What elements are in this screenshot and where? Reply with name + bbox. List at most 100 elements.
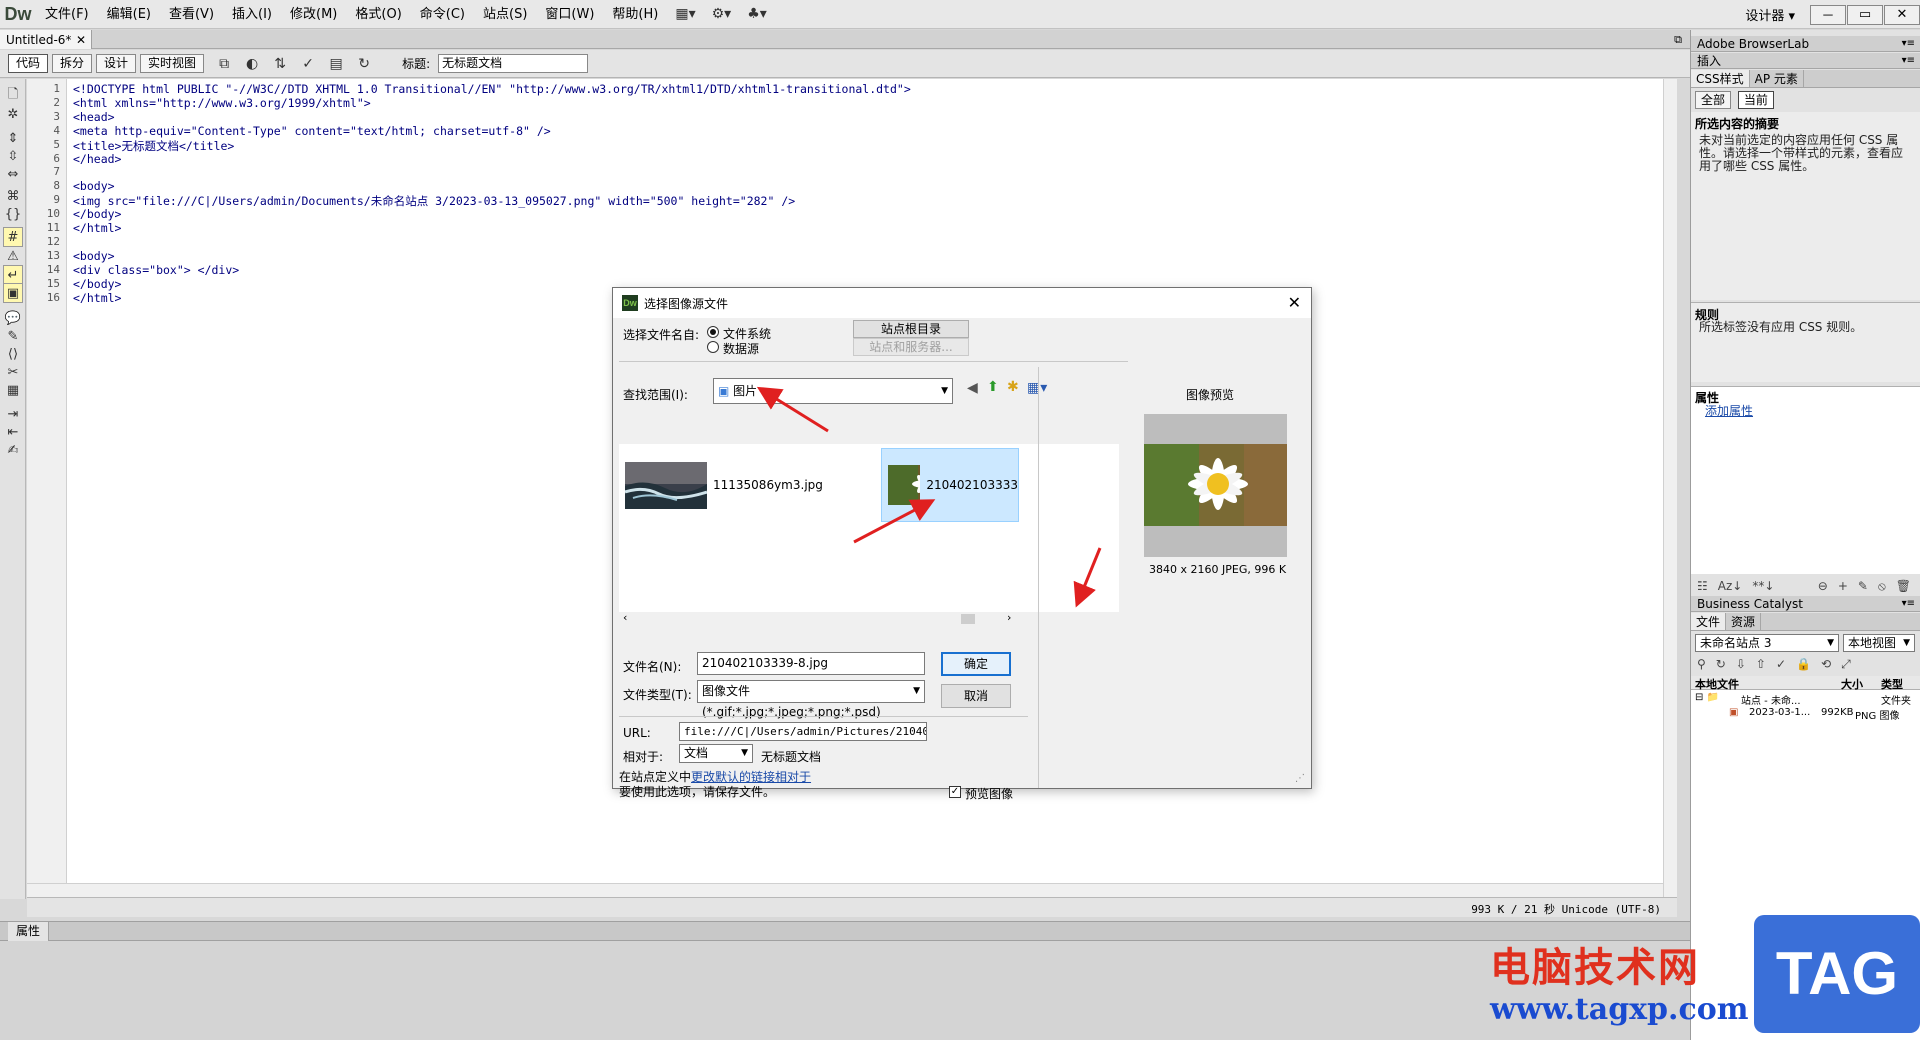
change-default-link[interactable]: 更改默认的链接相对于 bbox=[691, 770, 811, 784]
edit-rule-icon[interactable]: ✎ bbox=[1858, 579, 1868, 593]
panel-options-icon[interactable]: ▾≡ bbox=[1902, 596, 1915, 612]
code-line[interactable]: </html> bbox=[73, 291, 121, 305]
connect-icon[interactable]: ⚲ bbox=[1697, 657, 1706, 671]
show-code-navigator-icon[interactable]: ✲ bbox=[3, 105, 23, 125]
sites-servers-button[interactable]: 站点和服务器... bbox=[853, 338, 969, 356]
indent-code-icon[interactable]: ⇥ bbox=[3, 405, 23, 425]
restore-button[interactable]: ▭ bbox=[1847, 4, 1883, 25]
code-line[interactable]: <meta http-equiv="Content-Type" content=… bbox=[73, 124, 551, 138]
browserlab-panel-header[interactable]: Adobe BrowserLab ▾≡ bbox=[1691, 36, 1920, 52]
workspace-switcher[interactable]: 设计器 ▾ bbox=[1745, 5, 1795, 24]
file-item[interactable]: 11135086ym3.jpg bbox=[619, 460, 869, 510]
up-folder-icon[interactable]: ⬆ bbox=[987, 379, 999, 395]
new-rule-icon[interactable]: + bbox=[1838, 579, 1848, 593]
live-view-button[interactable]: 实时视图 bbox=[140, 54, 205, 73]
remove-comment-icon[interactable]: ✎ bbox=[3, 327, 23, 347]
menu-file[interactable]: 文件(F) bbox=[36, 0, 98, 29]
restore-document-icon[interactable]: ⧉ bbox=[1674, 33, 1682, 47]
apply-comment-icon[interactable]: 💬 bbox=[3, 309, 23, 329]
code-line[interactable]: </body> bbox=[73, 277, 121, 291]
split-view-button[interactable]: 拆分 bbox=[52, 54, 93, 73]
css-current-button[interactable]: 当前 bbox=[1737, 91, 1774, 109]
radio-filesystem[interactable] bbox=[707, 326, 719, 338]
url-input[interactable]: file:///C|/Users/admin/Pictures/21040210… bbox=[679, 722, 927, 741]
show-category-icon[interactable]: ☷ bbox=[1697, 579, 1708, 593]
preview-checkbox[interactable]: ✓ bbox=[949, 786, 961, 798]
menu-help[interactable]: 帮助(H) bbox=[603, 0, 667, 29]
show-set-icon[interactable]: **↓ bbox=[1752, 579, 1774, 593]
code-line[interactable]: <body> bbox=[73, 179, 115, 193]
wrap-tag-icon[interactable]: ⟨⟩ bbox=[3, 345, 23, 365]
menu-view[interactable]: 查看(V) bbox=[160, 0, 223, 29]
view-select[interactable]: 本地视图 ▼ bbox=[1843, 634, 1915, 652]
scroll-left-icon[interactable]: ‹ bbox=[623, 611, 627, 624]
close-icon[interactable]: ✕ bbox=[1288, 293, 1301, 312]
collapse-selection-icon[interactable]: ⇳ bbox=[3, 147, 23, 167]
close-button[interactable]: ✕ bbox=[1884, 4, 1920, 25]
code-line[interactable]: </body> bbox=[73, 207, 121, 221]
code-view-button[interactable]: 代码 bbox=[8, 54, 49, 73]
check-in-icon[interactable]: 🔒 bbox=[1796, 657, 1811, 671]
expand-icon[interactable]: ⤢ bbox=[1841, 657, 1851, 672]
put-files-icon[interactable]: ⇧ bbox=[1756, 657, 1766, 671]
menu-insert[interactable]: 插入(I) bbox=[223, 0, 281, 29]
expand-all-icon[interactable]: ⇔ bbox=[3, 165, 23, 185]
site-dropdown-icon[interactable]: ♣▾ bbox=[739, 0, 775, 29]
menu-commands[interactable]: 命令(C) bbox=[411, 0, 474, 29]
menu-edit[interactable]: 编辑(E) bbox=[98, 0, 160, 29]
menu-window[interactable]: 窗口(W) bbox=[536, 0, 603, 29]
code-line[interactable]: <head> bbox=[73, 110, 115, 124]
resize-grip-icon[interactable]: ⋰ bbox=[1295, 773, 1305, 784]
new-folder-icon[interactable]: ✱ bbox=[1007, 379, 1019, 395]
look-in-select[interactable]: ▣ 图片 ▼ bbox=[713, 378, 953, 404]
file-management-icon[interactable]: ⇅ bbox=[268, 53, 292, 75]
disable-rule-icon[interactable]: ⦸ bbox=[1878, 579, 1886, 594]
code-line[interactable]: <html xmlns="http://www.w3.org/1999/xhtm… bbox=[73, 96, 371, 110]
collapse-tag-icon[interactable]: ⇕ bbox=[3, 129, 23, 149]
code-line[interactable]: <body> bbox=[73, 249, 115, 263]
file-row-image[interactable]: ▣ 2023-03-1... 992KB PNG 图像 bbox=[1695, 707, 1920, 722]
outdent-code-icon[interactable]: ⇤ bbox=[3, 423, 23, 443]
vertical-scrollbar[interactable] bbox=[1663, 79, 1677, 897]
col-local-files[interactable]: 本地文件 bbox=[1695, 676, 1739, 692]
syntax-coloring-icon[interactable]: ▣ bbox=[3, 283, 23, 303]
open-documents-icon[interactable]: 🗋 bbox=[3, 85, 23, 105]
check-browser-icon[interactable]: ▤ bbox=[324, 53, 348, 75]
tab-css-styles[interactable]: CSS样式 bbox=[1691, 70, 1750, 87]
minimize-button[interactable]: － bbox=[1810, 4, 1846, 25]
attach-stylesheet-icon[interactable]: ⊖ bbox=[1818, 579, 1828, 593]
refresh-icon[interactable]: ↻ bbox=[352, 53, 376, 75]
word-wrap-icon[interactable]: ↵ bbox=[3, 265, 23, 285]
refresh-icon[interactable]: ↻ bbox=[1716, 657, 1726, 671]
scroll-thumb[interactable] bbox=[961, 614, 975, 624]
select-parent-tag-icon[interactable]: ⌘ bbox=[3, 187, 23, 207]
sync-icon[interactable]: ⟲ bbox=[1821, 657, 1831, 671]
properties-tab[interactable]: 属性 bbox=[8, 922, 50, 941]
code-line[interactable]: </html> bbox=[73, 221, 121, 235]
sort-alpha-icon[interactable]: Az↓ bbox=[1718, 579, 1743, 593]
relative-select[interactable]: 文档 ▼ bbox=[679, 744, 753, 763]
business-catalyst-header[interactable]: Business Catalyst ▾≡ bbox=[1691, 596, 1920, 612]
balance-braces-icon[interactable]: {} bbox=[3, 205, 23, 225]
format-source-icon[interactable]: ✍ bbox=[3, 441, 23, 461]
tab-assets[interactable]: 资源 bbox=[1726, 613, 1762, 630]
line-numbers-icon[interactable]: # bbox=[3, 227, 23, 247]
horizontal-scrollbar[interactable] bbox=[27, 883, 1663, 897]
add-property-link[interactable]: 添加属性 bbox=[1705, 405, 1919, 418]
tab-ap-elements[interactable]: AP 元素 bbox=[1750, 70, 1804, 87]
document-tab[interactable]: Untitled-6* ✕ bbox=[0, 30, 92, 49]
design-view-button[interactable]: 设计 bbox=[96, 54, 137, 73]
delete-rule-icon[interactable]: 🗑 bbox=[1896, 579, 1911, 593]
highlight-invalid-icon[interactable]: ⚠ bbox=[3, 247, 23, 267]
panel-options-icon[interactable]: ▾≡ bbox=[1902, 53, 1915, 69]
insert-panel-header[interactable]: 插入 ▾≡ bbox=[1691, 53, 1920, 69]
code-line[interactable]: <!DOCTYPE html PUBLIC "-//W3C//DTD XHTML… bbox=[73, 82, 911, 96]
settings-dropdown-icon[interactable]: ⚙▾ bbox=[704, 0, 740, 29]
layout-dropdown-icon[interactable]: ▦▾ bbox=[667, 0, 703, 29]
radio-datasource-label[interactable]: 数据源 bbox=[723, 340, 759, 357]
code-line[interactable]: <div class="box"> </div> bbox=[73, 263, 239, 277]
site-root-button[interactable]: 站点根目录 bbox=[853, 320, 969, 338]
file-list[interactable]: 11135086ym3.jpg 210402103333 bbox=[619, 444, 1119, 612]
check-out-icon[interactable]: ✓ bbox=[1776, 657, 1786, 671]
w3c-validation-icon[interactable]: ✓ bbox=[296, 53, 320, 75]
